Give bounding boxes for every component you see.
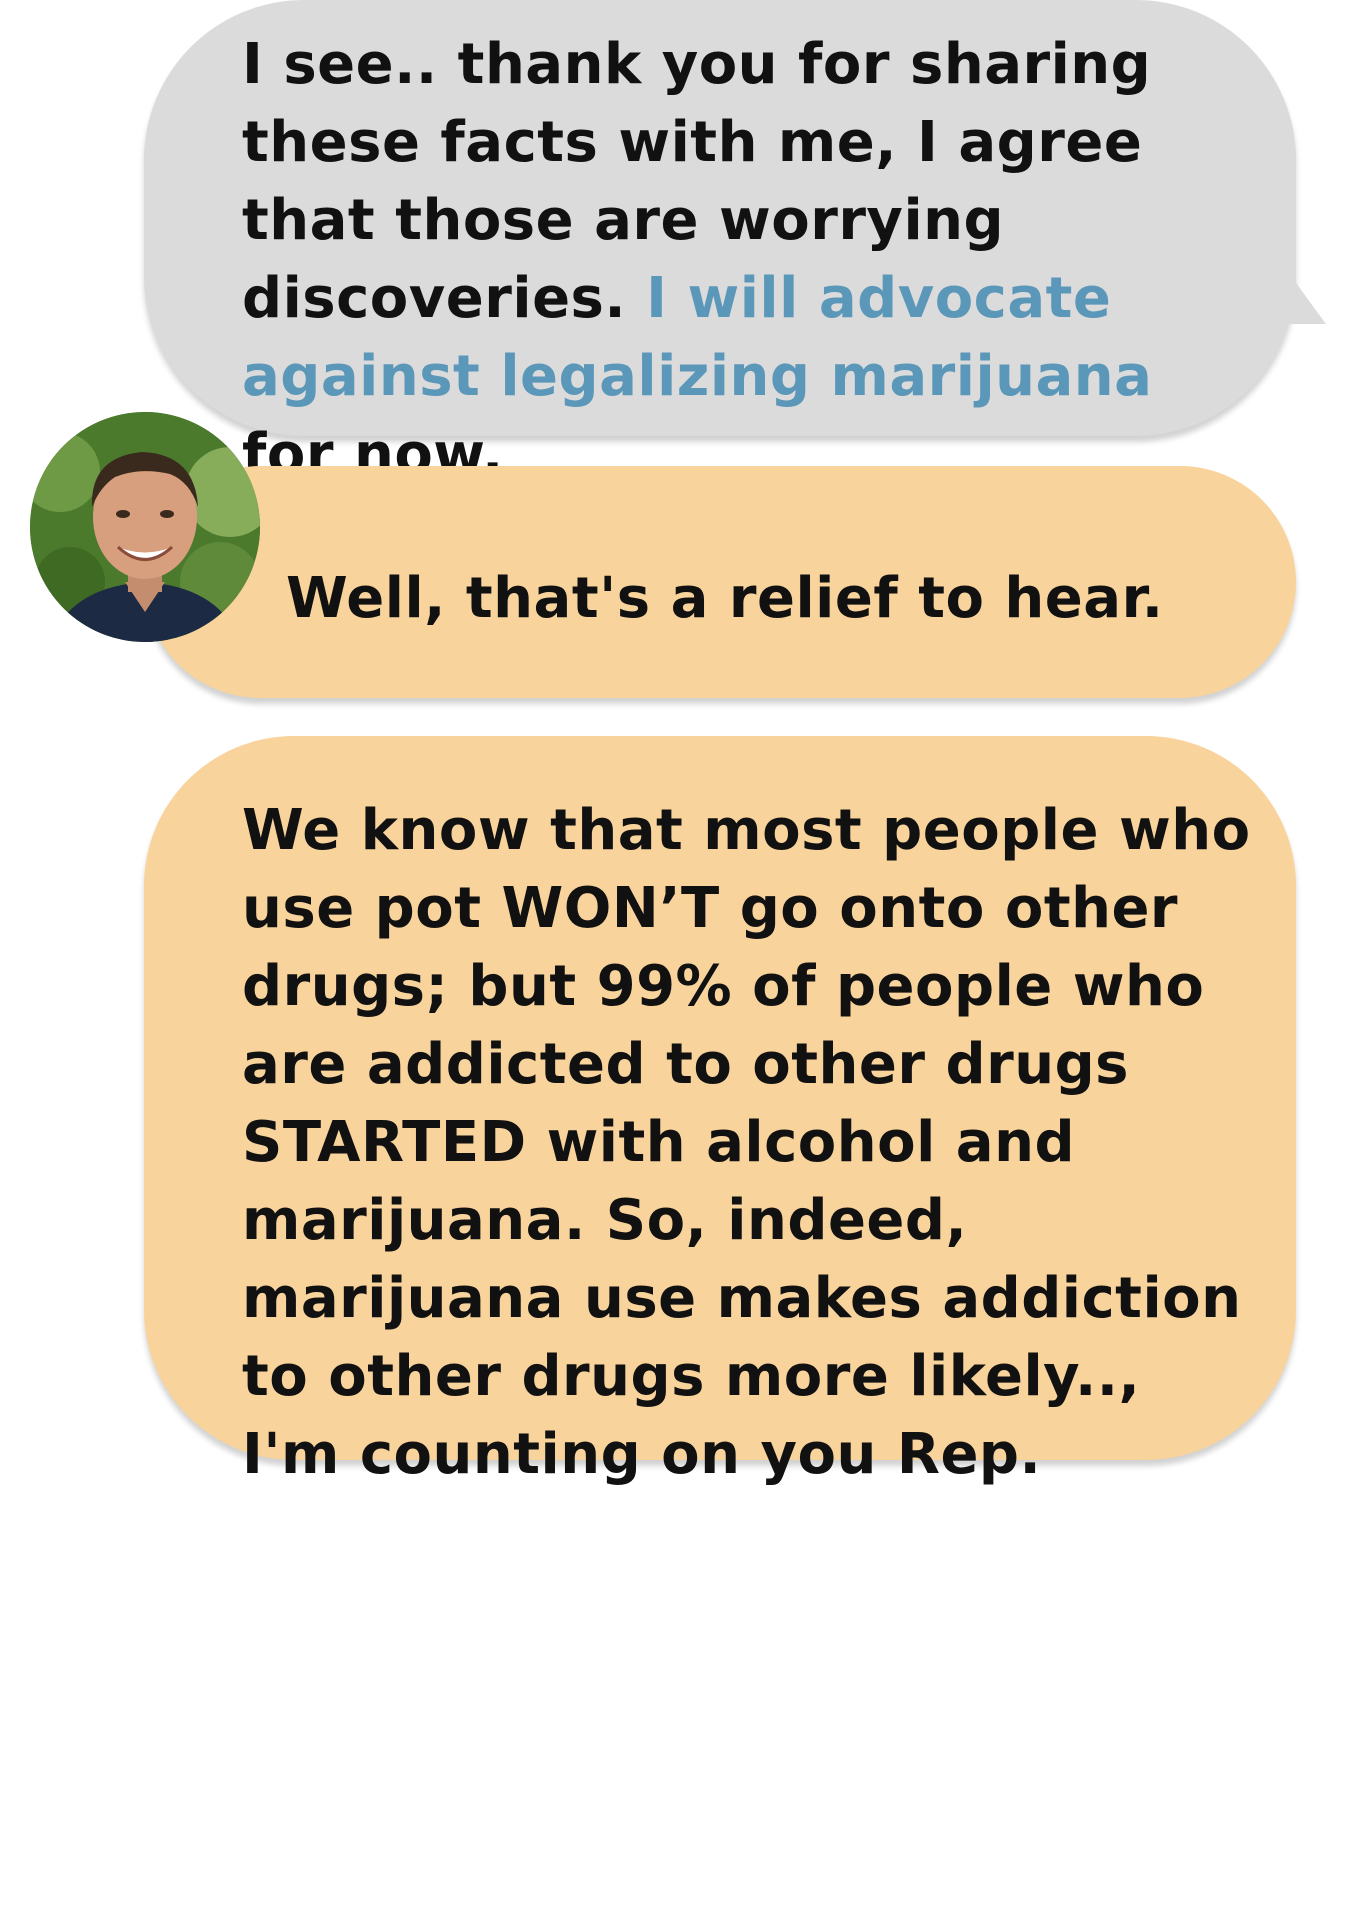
message-text: We know that most people who use pot WON… (242, 798, 1251, 1487)
message-bubble-contact: Well, that's a relief to hear. (144, 466, 1296, 698)
bubble-tail (1250, 220, 1326, 324)
avatar-photo (30, 412, 260, 642)
message-bubble-user: I see.. thank you for sharing these fact… (144, 0, 1296, 487)
contact-avatar[interactable] (30, 412, 260, 642)
message-bubble-contact: We know that most people who use pot WON… (144, 736, 1296, 1487)
message-text: Well, that's a relief to hear. (286, 566, 1164, 631)
